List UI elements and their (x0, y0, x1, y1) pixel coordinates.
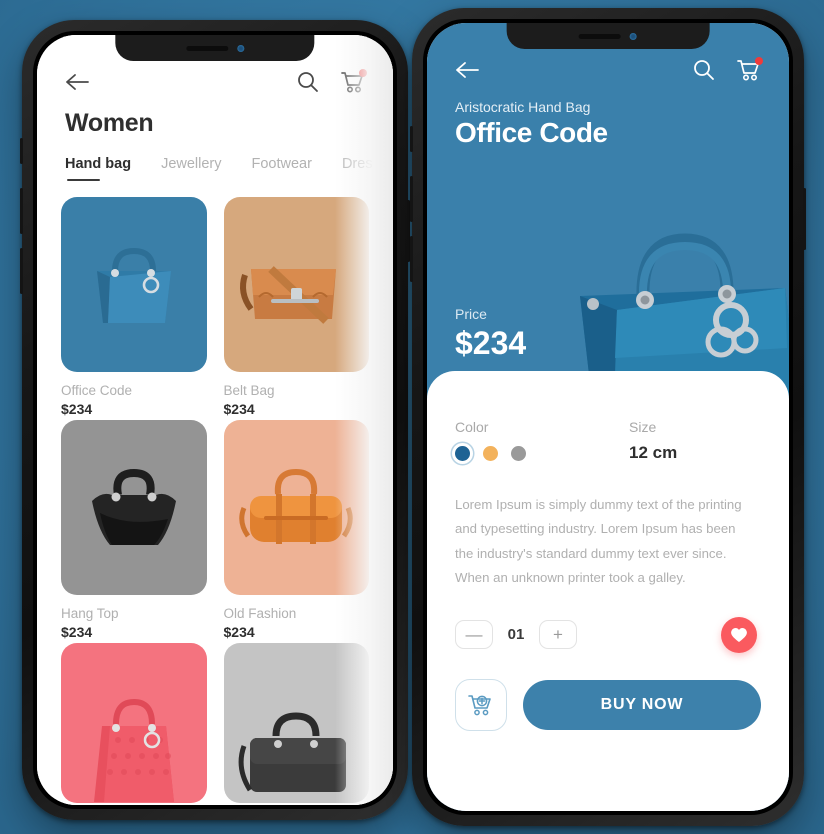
size-label: Size (629, 419, 657, 435)
pink-quilted-icon (93, 699, 174, 803)
earpiece-speaker-icon (185, 45, 228, 51)
quantity-value: 01 (507, 626, 525, 644)
color-swatches (455, 446, 587, 461)
phone-right-volume-down-button[interactable] (410, 236, 413, 282)
category-tabs: Hand bag Jewellery Footwear Dres (37, 138, 393, 181)
cart-plus-icon (468, 694, 491, 716)
phone-left-bezel: Women Hand bag Jewellery Footwear Dres O… (33, 31, 397, 809)
product-image-pink-bag[interactable] (61, 643, 207, 803)
favorite-button[interactable] (721, 616, 757, 653)
size-selector: Size 12 cm (587, 419, 761, 463)
phone-right-notch (506, 23, 710, 49)
earpiece-speaker-icon (579, 33, 621, 39)
product-price: $234 (223, 401, 255, 417)
buy-now-button[interactable]: BUY NOW (523, 679, 761, 730)
product-card[interactable]: Old Fashion $234 (223, 420, 369, 640)
cta-row: BUY NOW (455, 678, 761, 731)
color-label: Color (455, 419, 489, 435)
product-name: Office Code (61, 383, 133, 398)
quantity-stepper: — 01 + (455, 620, 577, 650)
phone-left: Women Hand bag Jewellery Footwear Dres O… (20, 20, 410, 820)
black-hobo-icon (91, 468, 176, 545)
product-description: Lorem Ipsum is simply dummy text of the … (455, 497, 742, 586)
product-hero: Aristocratic Hand Bag Office Code Price … (427, 23, 789, 811)
product-list-screen: Women Hand bag Jewellery Footwear Dres O… (37, 35, 393, 805)
increment-button[interactable]: + (539, 620, 577, 650)
blue-tote-icon (96, 247, 171, 323)
phone-right-power-button[interactable] (803, 188, 806, 250)
gray-briefcase-icon (238, 712, 347, 792)
product-card[interactable]: Belt Bag $234 (223, 197, 369, 417)
product-detail-sheet: Color Size 12 cm Lorem Ipsum is simply d… (427, 371, 789, 811)
product-detail-screen: Aristocratic Hand Bag Office Code Price … (427, 23, 789, 811)
product-card[interactable] (223, 643, 369, 803)
product-name: Belt Bag (223, 383, 275, 398)
tab-hand-bag[interactable]: Hand bag (65, 156, 131, 181)
specs-row: Color Size 12 cm (455, 419, 761, 463)
decrement-button[interactable]: — (455, 620, 493, 650)
tab-footwear[interactable]: Footwear (252, 156, 312, 181)
phone-left-volume-down-button[interactable] (20, 248, 23, 294)
cart-badge (359, 69, 367, 77)
phone-right-bezel: Aristocratic Hand Bag Office Code Price … (423, 19, 793, 815)
size-value[interactable]: 12 cm (629, 443, 761, 463)
color-swatch-gray[interactable] (511, 446, 526, 461)
front-camera-icon (630, 32, 637, 40)
phone-left-notch (115, 35, 315, 61)
product-image-old-fashion[interactable] (223, 420, 369, 595)
phone-left-screen: Women Hand bag Jewellery Footwear Dres O… (37, 35, 393, 805)
tan-satchel-icon (240, 265, 337, 324)
tab-jewellery[interactable]: Jewellery (161, 156, 221, 181)
product-price: $234 (61, 624, 93, 640)
heart-icon (731, 627, 747, 642)
add-to-cart-button[interactable] (455, 678, 507, 731)
arrow-left-icon[interactable] (455, 60, 481, 80)
arrow-left-icon[interactable] (65, 72, 91, 92)
cart-icon[interactable] (341, 69, 367, 93)
quantity-and-favorite-row: — 01 + (455, 616, 761, 653)
product-card[interactable] (61, 643, 207, 803)
page-title: Women (65, 109, 154, 137)
product-card[interactable]: Office Code $234 (61, 197, 207, 417)
product-grid: Office Code $234 Belt Bag $234 Hang Top … (37, 181, 393, 803)
cart-icon[interactable] (737, 57, 763, 81)
product-image-office-code[interactable] (61, 197, 207, 372)
phone-left-mute-button[interactable] (20, 138, 23, 164)
product-name: Old Fashion (223, 606, 297, 621)
phone-right-volume-up-button[interactable] (410, 176, 413, 222)
product-name: Hang Top (61, 606, 119, 621)
search-icon[interactable] (693, 59, 715, 81)
front-camera-icon (236, 44, 244, 52)
search-icon[interactable] (297, 71, 319, 93)
product-price: $234 (223, 624, 255, 640)
tab-dress[interactable]: Dres (342, 156, 373, 181)
orange-duffle-icon (239, 468, 353, 544)
phone-right-screen: Aristocratic Hand Bag Office Code Price … (427, 23, 789, 811)
product-image-belt-bag[interactable] (223, 197, 369, 372)
color-selector: Color (455, 419, 587, 463)
product-image-hang-top[interactable] (61, 420, 207, 595)
product-title: Office Code (455, 117, 608, 148)
phone-left-volume-up-button[interactable] (20, 188, 23, 234)
price-label: Price (455, 306, 487, 322)
product-subtitle: Aristocratic Hand Bag (455, 99, 591, 115)
phone-right: Aristocratic Hand Bag Office Code Price … (410, 8, 806, 826)
cart-badge (755, 57, 763, 65)
color-swatch-orange[interactable] (483, 446, 498, 461)
phone-right-mute-button[interactable] (410, 126, 413, 152)
product-price: $234 (61, 401, 93, 417)
color-swatch-blue[interactable] (455, 446, 470, 461)
product-image-gray-briefcase[interactable] (223, 643, 369, 803)
price-value: $234 (455, 325, 527, 361)
product-card[interactable]: Hang Top $234 (61, 420, 207, 640)
